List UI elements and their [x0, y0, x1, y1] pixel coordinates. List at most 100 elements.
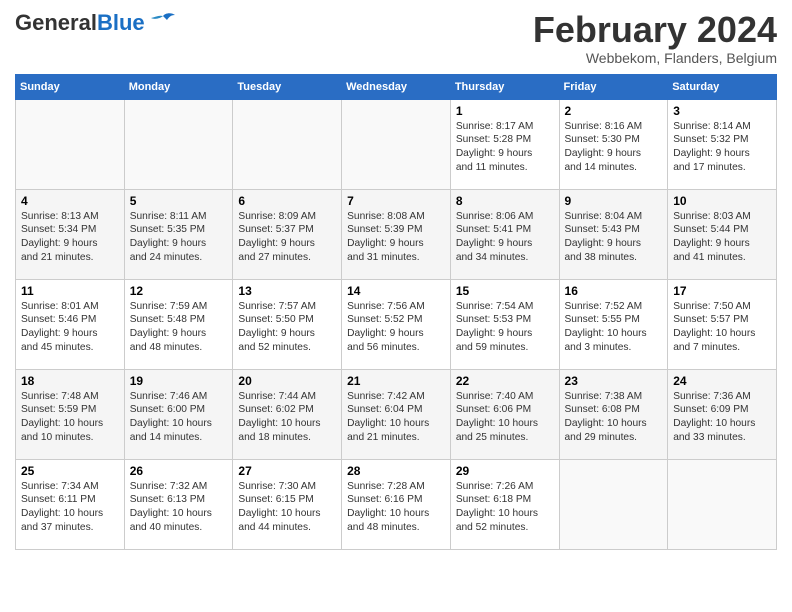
calendar-cell: 14 Sunrise: 7:56 AMSunset: 5:52 PMDayligh… [342, 279, 451, 369]
day-number: 28 [347, 464, 445, 478]
calendar-cell: 19 Sunrise: 7:46 AMSunset: 6:00 PMDayligh… [124, 369, 233, 459]
day-info: Sunrise: 7:40 AMSunset: 6:06 PMDaylight:… [456, 390, 554, 445]
logo-bird-icon [149, 12, 177, 34]
calendar-cell [233, 99, 342, 189]
day-info: Sunrise: 8:08 AMSunset: 5:39 PMDaylight:… [347, 210, 445, 265]
day-info: Sunrise: 8:14 AMSunset: 5:32 PMDaylight:… [673, 120, 771, 175]
day-number: 1 [456, 104, 554, 118]
day-number: 8 [456, 194, 554, 208]
calendar-week-row: 25Sunrise: 7:34 AMSunset: 6:11 PMDayligh… [16, 459, 777, 549]
weekday-header-tuesday: Tuesday [233, 74, 342, 99]
day-number: 17 [673, 284, 771, 298]
day-number: 19 [130, 374, 228, 388]
calendar-body: 1 Sunrise: 8:17 AMSunset: 5:28 PMDaylight… [16, 99, 777, 549]
day-number: 5 [130, 194, 228, 208]
weekday-header-monday: Monday [124, 74, 233, 99]
day-info: Sunrise: 8:17 AMSunset: 5:28 PMDaylight:… [456, 120, 554, 175]
calendar-cell: 5 Sunrise: 8:11 AMSunset: 5:35 PMDaylight… [124, 189, 233, 279]
day-info: Sunrise: 7:54 AMSunset: 5:53 PMDaylight:… [456, 300, 554, 355]
day-number: 9 [565, 194, 663, 208]
calendar-cell: 15 Sunrise: 7:54 AMSunset: 5:53 PMDayligh… [450, 279, 559, 369]
day-number: 14 [347, 284, 445, 298]
day-number: 24 [673, 374, 771, 388]
day-info: Sunrise: 7:48 AMSunset: 5:59 PMDaylight:… [21, 390, 119, 445]
day-info: Sunrise: 8:16 AMSunset: 5:30 PMDaylight:… [565, 120, 663, 175]
calendar-cell [559, 459, 668, 549]
day-info: Sunrise: 8:13 AMSunset: 5:34 PMDaylight:… [21, 210, 119, 265]
calendar-cell: 28Sunrise: 7:28 AMSunset: 6:16 PMDayligh… [342, 459, 451, 549]
day-number: 26 [130, 464, 228, 478]
calendar-cell: 20 Sunrise: 7:44 AMSunset: 6:02 PMDayligh… [233, 369, 342, 459]
calendar-cell: 4 Sunrise: 8:13 AMSunset: 5:34 PMDaylight… [16, 189, 125, 279]
day-info: Sunrise: 7:36 AMSunset: 6:09 PMDaylight:… [673, 390, 771, 445]
day-number: 4 [21, 194, 119, 208]
weekday-header-saturday: Saturday [668, 74, 777, 99]
day-info: Sunrise: 7:59 AMSunset: 5:48 PMDaylight:… [130, 300, 228, 355]
month-title: February 2024 [533, 10, 777, 50]
day-info: Sunrise: 8:03 AMSunset: 5:44 PMDaylight:… [673, 210, 771, 265]
day-number: 18 [21, 374, 119, 388]
calendar-cell: 17Sunrise: 7:50 AMSunset: 5:57 PMDayligh… [668, 279, 777, 369]
calendar-cell: 6 Sunrise: 8:09 AMSunset: 5:37 PMDaylight… [233, 189, 342, 279]
calendar-cell: 27 Sunrise: 7:30 AMSunset: 6:15 PMDayligh… [233, 459, 342, 549]
calendar-cell: 3 Sunrise: 8:14 AMSunset: 5:32 PMDaylight… [668, 99, 777, 189]
calendar-cell: 24 Sunrise: 7:36 AMSunset: 6:09 PMDayligh… [668, 369, 777, 459]
calendar-cell: 29Sunrise: 7:26 AMSunset: 6:18 PMDayligh… [450, 459, 559, 549]
day-info: Sunrise: 7:57 AMSunset: 5:50 PMDaylight:… [238, 300, 336, 355]
logo-blue: Blue [97, 10, 145, 35]
weekday-header-friday: Friday [559, 74, 668, 99]
calendar-week-row: 18 Sunrise: 7:48 AMSunset: 5:59 PMDayligh… [16, 369, 777, 459]
calendar-cell: 25Sunrise: 7:34 AMSunset: 6:11 PMDayligh… [16, 459, 125, 549]
day-info: Sunrise: 8:11 AMSunset: 5:35 PMDaylight:… [130, 210, 228, 265]
day-info: Sunrise: 7:38 AMSunset: 6:08 PMDaylight:… [565, 390, 663, 445]
day-number: 13 [238, 284, 336, 298]
day-number: 20 [238, 374, 336, 388]
day-number: 6 [238, 194, 336, 208]
calendar-cell: 9 Sunrise: 8:04 AMSunset: 5:43 PMDaylight… [559, 189, 668, 279]
day-info: Sunrise: 7:56 AMSunset: 5:52 PMDaylight:… [347, 300, 445, 355]
day-info: Sunrise: 8:09 AMSunset: 5:37 PMDaylight:… [238, 210, 336, 265]
day-info: Sunrise: 8:01 AMSunset: 5:46 PMDaylight:… [21, 300, 119, 355]
calendar-cell [16, 99, 125, 189]
weekday-header-row: SundayMondayTuesdayWednesdayThursdayFrid… [16, 74, 777, 99]
calendar-cell: 2 Sunrise: 8:16 AMSunset: 5:30 PMDaylight… [559, 99, 668, 189]
day-number: 11 [21, 284, 119, 298]
day-info: Sunrise: 7:46 AMSunset: 6:00 PMDaylight:… [130, 390, 228, 445]
calendar-cell: 1 Sunrise: 8:17 AMSunset: 5:28 PMDaylight… [450, 99, 559, 189]
calendar-cell [124, 99, 233, 189]
calendar-cell: 12Sunrise: 7:59 AMSunset: 5:48 PMDayligh… [124, 279, 233, 369]
day-number: 3 [673, 104, 771, 118]
day-number: 22 [456, 374, 554, 388]
day-number: 15 [456, 284, 554, 298]
calendar-cell [668, 459, 777, 549]
day-number: 23 [565, 374, 663, 388]
logo: GeneralBlue [15, 10, 177, 36]
weekday-header-sunday: Sunday [16, 74, 125, 99]
day-info: Sunrise: 7:26 AMSunset: 6:18 PMDaylight:… [456, 480, 554, 535]
calendar-header: SundayMondayTuesdayWednesdayThursdayFrid… [16, 74, 777, 99]
calendar-cell: 22 Sunrise: 7:40 AMSunset: 6:06 PMDayligh… [450, 369, 559, 459]
calendar-cell: 16Sunrise: 7:52 AMSunset: 5:55 PMDayligh… [559, 279, 668, 369]
weekday-header-wednesday: Wednesday [342, 74, 451, 99]
day-info: Sunrise: 7:30 AMSunset: 6:15 PMDaylight:… [238, 480, 336, 535]
calendar-cell: 23 Sunrise: 7:38 AMSunset: 6:08 PMDayligh… [559, 369, 668, 459]
day-number: 27 [238, 464, 336, 478]
logo-text: GeneralBlue [15, 10, 145, 36]
day-number: 21 [347, 374, 445, 388]
day-info: Sunrise: 7:44 AMSunset: 6:02 PMDaylight:… [238, 390, 336, 445]
day-number: 10 [673, 194, 771, 208]
calendar-table: SundayMondayTuesdayWednesdayThursdayFrid… [15, 74, 777, 550]
day-info: Sunrise: 8:06 AMSunset: 5:41 PMDaylight:… [456, 210, 554, 265]
day-info: Sunrise: 7:42 AMSunset: 6:04 PMDaylight:… [347, 390, 445, 445]
calendar-cell [342, 99, 451, 189]
day-info: Sunrise: 8:04 AMSunset: 5:43 PMDaylight:… [565, 210, 663, 265]
day-number: 2 [565, 104, 663, 118]
calendar-week-row: 4 Sunrise: 8:13 AMSunset: 5:34 PMDaylight… [16, 189, 777, 279]
calendar-cell: 8 Sunrise: 8:06 AMSunset: 5:41 PMDaylight… [450, 189, 559, 279]
calendar-cell: 7Sunrise: 8:08 AMSunset: 5:39 PMDaylight… [342, 189, 451, 279]
page-header: GeneralBlue February 2024 Webbekom, Flan… [15, 10, 777, 66]
weekday-header-thursday: Thursday [450, 74, 559, 99]
day-info: Sunrise: 7:32 AMSunset: 6:13 PMDaylight:… [130, 480, 228, 535]
day-info: Sunrise: 7:52 AMSunset: 5:55 PMDaylight:… [565, 300, 663, 355]
calendar-week-row: 11 Sunrise: 8:01 AMSunset: 5:46 PMDayligh… [16, 279, 777, 369]
